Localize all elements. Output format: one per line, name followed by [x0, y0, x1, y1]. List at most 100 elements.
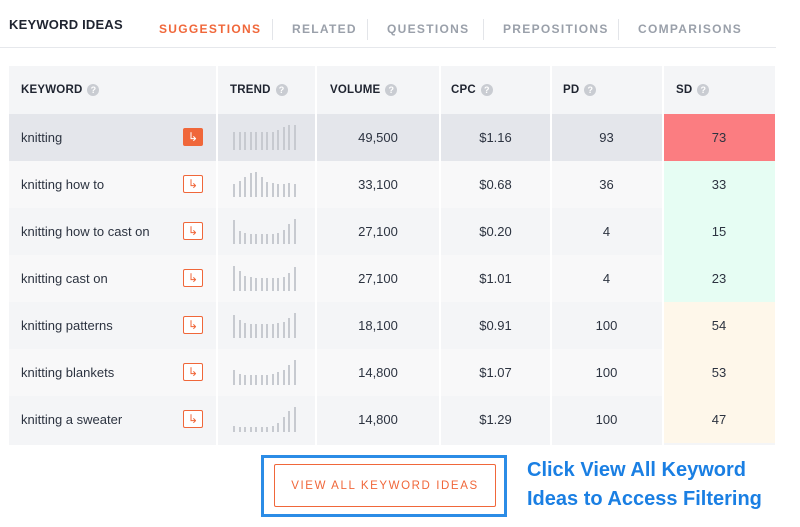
table-row[interactable]: knitting blankets ↳ 14,800 $1.07 100 53: [9, 349, 775, 396]
arrow-return-icon[interactable]: ↳: [183, 175, 203, 193]
tab-prepositions[interactable]: PREPOSITIONS: [503, 22, 609, 36]
trend-bar: [277, 233, 279, 244]
sd-cell: 54: [663, 302, 775, 349]
trend-bar: [244, 427, 246, 432]
trend-bar: [260, 234, 263, 244]
arrow-return-icon[interactable]: ↳: [183, 316, 203, 334]
view-all-keyword-ideas-button[interactable]: VIEW ALL KEYWORD IDEAS: [274, 464, 496, 507]
keyword-cell[interactable]: knitting blankets: [21, 349, 114, 396]
trend-bar: [293, 360, 296, 385]
trend-sparkline: [233, 407, 299, 432]
column-header-volume[interactable]: VOLUME?: [330, 84, 398, 96]
cpc-cell: $0.91: [479, 318, 512, 333]
arrow-return-icon[interactable]: ↳: [183, 269, 203, 287]
trend-bar: [282, 277, 285, 291]
keyword-cell[interactable]: knitting: [21, 114, 62, 161]
keyword-ideas-header: KEYWORD IDEAS SUGGESTIONS RELATED QUESTI…: [0, 0, 776, 48]
keyword-cell[interactable]: knitting how to cast on: [21, 208, 150, 255]
pd-cell: 100: [595, 412, 618, 427]
trend-bar: [293, 219, 296, 244]
volume-cell: 33,100: [358, 177, 398, 192]
column-header-label: TREND: [230, 84, 271, 96]
question-circle-icon[interactable]: ?: [584, 84, 597, 96]
column-header-label: KEYWORD: [21, 84, 83, 96]
table-row[interactable]: knitting ↳ 49,500 $1.16 93 73: [9, 114, 775, 161]
trend-bar: [277, 423, 279, 432]
trend-bar: [271, 374, 274, 385]
pd-cell: 36: [599, 177, 614, 192]
column-header-cpc[interactable]: CPC?: [451, 84, 493, 96]
trend-bar: [233, 220, 235, 244]
trend-bar: [266, 132, 268, 150]
trend-bar: [233, 266, 235, 291]
cpc-cell: $1.16: [479, 130, 512, 145]
table-row[interactable]: knitting how to ↳ 33,100 $0.68 36 33: [9, 161, 775, 208]
tab-questions[interactable]: QUESTIONS: [387, 22, 469, 36]
callout-line: Click View All Keyword: [527, 459, 746, 481]
trend-bar: [271, 278, 274, 291]
trend-bar: [288, 318, 290, 338]
question-circle-icon[interactable]: ?: [385, 84, 398, 96]
column-header-trend[interactable]: TREND?: [230, 84, 288, 96]
tab-comparisons[interactable]: COMPARISONS: [638, 22, 742, 36]
trend-bar: [255, 172, 257, 197]
column-header-label: SD: [676, 84, 693, 96]
trend-bar: [260, 427, 263, 432]
trend-bar: [249, 427, 252, 432]
arrow-return-icon[interactable]: ↳: [183, 410, 203, 428]
keyword-cell[interactable]: knitting a sweater: [21, 396, 122, 443]
tab-related[interactable]: RELATED: [292, 22, 357, 36]
table-row[interactable]: knitting cast on ↳ 27,100 $1.01 4 23: [9, 255, 775, 302]
keyword-cell[interactable]: knitting cast on: [21, 255, 108, 302]
trend-bar: [249, 132, 252, 150]
trend-bar: [244, 132, 246, 150]
question-circle-icon[interactable]: ?: [275, 84, 288, 96]
trend-bar: [238, 374, 241, 385]
arrow-return-icon[interactable]: ↳: [183, 222, 203, 240]
trend-bar: [282, 127, 285, 150]
table-row[interactable]: knitting a sweater ↳ 14,800 $1.29 100 47: [9, 396, 775, 443]
question-circle-icon[interactable]: ?: [697, 84, 710, 96]
question-circle-icon[interactable]: ?: [480, 84, 493, 96]
tab-suggestions[interactable]: SUGGESTIONS: [159, 22, 261, 36]
trend-bar: [244, 323, 246, 338]
trend-bar: [277, 278, 279, 291]
sd-cell: 15: [663, 208, 775, 255]
trend-bar: [249, 375, 252, 385]
table-row[interactable]: knitting how to cast on ↳ 27,100 $0.20 4 15: [9, 208, 775, 255]
trend-bar: [260, 132, 263, 150]
annotation-callout: Click View All Keyword Ideas to Access F…: [527, 456, 797, 514]
keyword-cell[interactable]: knitting how to: [21, 161, 104, 208]
keyword-cell[interactable]: knitting patterns: [21, 302, 113, 349]
column-header-pd[interactable]: PD?: [563, 84, 597, 96]
arrow-return-icon[interactable]: ↳: [183, 363, 203, 381]
trend-bar: [271, 183, 274, 197]
trend-sparkline: [233, 219, 299, 244]
column-header-label: CPC: [451, 84, 476, 96]
trend-bar: [255, 324, 257, 338]
trend-bar: [260, 278, 263, 291]
table-row[interactable]: knitting patterns ↳ 18,100 $0.91 100 54: [9, 302, 775, 349]
sd-cell: 23: [663, 255, 775, 302]
column-header-keyword[interactable]: KEYWORD?: [21, 84, 100, 96]
arrow-return-icon[interactable]: ↳: [183, 128, 203, 146]
trend-bar: [260, 324, 263, 338]
callout-line: Ideas to Access Filtering: [527, 488, 762, 510]
trend-bar: [282, 184, 285, 197]
trend-bar: [266, 182, 268, 197]
trend-bar: [293, 267, 296, 291]
trend-bar: [255, 132, 257, 150]
column-divider: [550, 66, 552, 445]
trend-bar: [266, 427, 268, 432]
sd-cell: 73: [663, 114, 775, 161]
trend-bar: [277, 323, 279, 338]
trend-bar: [271, 132, 274, 150]
column-divider: [662, 66, 664, 445]
trend-bar: [288, 125, 290, 150]
trend-bar: [233, 426, 235, 432]
column-header-sd[interactable]: SD?: [676, 84, 710, 96]
trend-bar: [282, 417, 285, 432]
question-circle-icon[interactable]: ?: [87, 84, 100, 96]
trend-bar: [255, 234, 257, 244]
tab-divider: [272, 19, 273, 40]
